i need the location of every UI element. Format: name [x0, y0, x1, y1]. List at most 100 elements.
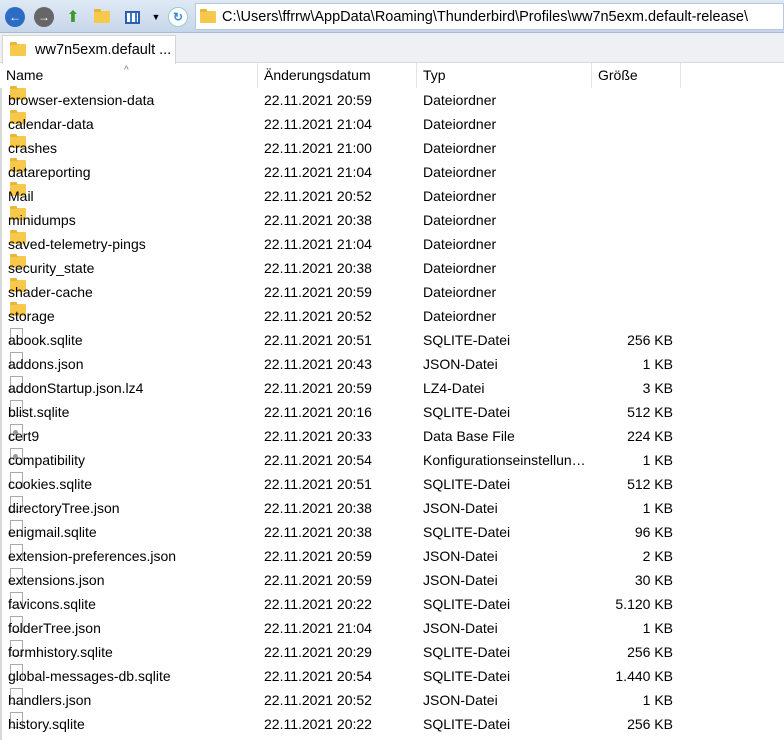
- column-name-label: Name: [6, 67, 44, 83]
- file-row[interactable]: minidumps 22.11.2021 20:38 Dateiordner: [0, 206, 784, 232]
- file-date: 22.11.2021 20:22: [264, 716, 372, 732]
- file-row[interactable]: storage 22.11.2021 20:52 Dateiordner: [0, 302, 784, 328]
- column-date[interactable]: Änderungsdatum: [258, 63, 417, 88]
- file-name-text: extension-preferences.json: [8, 548, 177, 564]
- file-name-text: browser-extension-data: [8, 92, 155, 108]
- file-name-text: crashes: [8, 140, 58, 156]
- file-size: 1 KB: [642, 620, 673, 636]
- file-type: JSON-Datei: [423, 620, 498, 636]
- file-size: 1.440 KB: [615, 668, 673, 684]
- file-row[interactable]: crashes 22.11.2021 21:00 Dateiordner: [0, 134, 784, 160]
- file-date: 22.11.2021 21:04: [264, 116, 372, 132]
- file-name-text: handlers.json: [8, 692, 92, 708]
- file-type: JSON-Datei: [423, 572, 498, 588]
- file-row[interactable]: compatibility 22.11.2021 20:54 Konfigurati…: [0, 448, 784, 472]
- file-name-text: security_state: [8, 260, 95, 276]
- file-row[interactable]: shader-cache 22.11.2021 20:59 Dateiordner: [0, 278, 784, 304]
- back-icon[interactable]: ←: [5, 7, 25, 27]
- file-date: 22.11.2021 20:33: [264, 428, 372, 444]
- file-date: 22.11.2021 21:04: [264, 620, 372, 636]
- file-name-text: addonStartup.json.lz4: [8, 380, 144, 396]
- file-row[interactable]: addons.json 22.11.2021 20:43 JSON-Datei 1 K…: [0, 352, 784, 376]
- file-type: Dateiordner: [423, 116, 497, 132]
- address-bar[interactable]: C:\Users\ffrrw\AppData\Roaming\Thunderbi…: [195, 3, 784, 30]
- file-type: Dateiordner: [423, 92, 497, 108]
- refresh-icon[interactable]: ↻: [168, 7, 188, 27]
- dropdown-icon[interactable]: ▼: [146, 7, 166, 27]
- file-date: 22.11.2021 20:29: [264, 644, 372, 660]
- file-date: 22.11.2021 20:59: [264, 572, 372, 588]
- file-name-text: favicons.sqlite: [8, 596, 96, 612]
- new-folder-icon[interactable]: [92, 7, 112, 27]
- file-row[interactable]: cert9 22.11.2021 20:33 Data Base File 224 K…: [0, 424, 784, 448]
- file-date: 22.11.2021 21:04: [264, 236, 372, 252]
- file-row[interactable]: history.sqlite 22.11.2021 20:22 SQLITE-Dat…: [0, 712, 784, 736]
- file-size: 3 KB: [642, 380, 673, 396]
- file-type: SQLITE-Datei: [423, 404, 511, 420]
- column-size[interactable]: Größe: [592, 63, 681, 88]
- file-type: JSON-Datei: [423, 356, 498, 372]
- file-row[interactable]: extensions.json 22.11.2021 20:59 JSON-Date…: [0, 568, 784, 592]
- file-name-text: global-messages-db.sqlite: [8, 668, 171, 684]
- file-name-text: calendar-data: [8, 116, 94, 132]
- file-name-text: datareporting: [8, 164, 91, 180]
- tab-profile-folder[interactable]: ww7n5exm.default ...: [2, 35, 176, 64]
- file-type: LZ4-Datei: [423, 380, 485, 396]
- file-name-text: storage: [8, 308, 55, 324]
- view-icon[interactable]: [122, 7, 142, 27]
- file-row[interactable]: datareporting 22.11.2021 21:04 Dateiordner: [0, 158, 784, 184]
- file-row[interactable]: folderTree.json 22.11.2021 21:04 JSON-Date…: [0, 616, 784, 640]
- file-type: Data Base File: [423, 428, 515, 444]
- file-date: 22.11.2021 20:52: [264, 308, 372, 324]
- file-date: 22.11.2021 20:38: [264, 212, 372, 228]
- file-row[interactable]: enigmail.sqlite 22.11.2021 20:38 SQLITE-Da…: [0, 520, 784, 544]
- file-type: Dateiordner: [423, 140, 497, 156]
- file-row[interactable]: addonStartup.json.lz4 22.11.2021 20:59 LZ4…: [0, 376, 784, 400]
- file-date: 22.11.2021 21:04: [264, 164, 372, 180]
- file-row[interactable]: cookies.sqlite 22.11.2021 20:51 SQLITE-Dat…: [0, 472, 784, 496]
- tab-label: ww7n5exm.default ...: [35, 42, 172, 58]
- file-date: 22.11.2021 21:00: [264, 140, 372, 156]
- file-row[interactable]: abook.sqlite 22.11.2021 20:51 SQLITE-Datei…: [0, 328, 784, 352]
- file-type: JSON-Datei: [423, 500, 498, 516]
- file-row[interactable]: handlers.json 22.11.2021 20:52 JSON-Datei 1…: [0, 688, 784, 712]
- file-name-text: cookies.sqlite: [8, 476, 93, 492]
- file-date: 22.11.2021 20:52: [264, 692, 372, 708]
- file-name-text: directoryTree.json: [8, 500, 120, 516]
- file-size: 512 KB: [627, 476, 673, 492]
- file-date: 22.11.2021 20:22: [264, 596, 372, 612]
- file-row[interactable]: browser-extension-data 22.11.2021 20:59 Da…: [0, 86, 784, 112]
- file-row[interactable]: favicons.sqlite 22.11.2021 20:22 SQLITE-Da…: [0, 592, 784, 616]
- file-type: Dateiordner: [423, 188, 497, 204]
- file-date: 22.11.2021 20:51: [264, 332, 372, 348]
- file-row[interactable]: security_state 22.11.2021 20:38 Dateiordne…: [0, 254, 784, 280]
- file-type: JSON-Datei: [423, 548, 498, 564]
- file-name-text: formhistory.sqlite: [8, 644, 113, 660]
- file-row[interactable]: Mail 22.11.2021 20:52 Dateiordner: [0, 182, 784, 208]
- sort-ascending-icon: ^: [124, 65, 129, 76]
- file-size: 30 KB: [634, 572, 673, 588]
- file-type: Dateiordner: [423, 212, 497, 228]
- file-date: 22.11.2021 20:59: [264, 548, 372, 564]
- up-folder-icon[interactable]: ⬆: [63, 7, 83, 27]
- folder-icon: [10, 42, 26, 56]
- column-type[interactable]: Typ: [417, 63, 592, 88]
- file-type: Dateiordner: [423, 236, 497, 252]
- file-row[interactable]: blist.sqlite 22.11.2021 20:16 SQLITE-Datei…: [0, 400, 784, 424]
- column-name[interactable]: Name ^: [0, 63, 258, 88]
- file-type: Dateiordner: [423, 284, 497, 300]
- file-row[interactable]: directoryTree.json 22.11.2021 20:38 JSON-D…: [0, 496, 784, 520]
- file-date: 22.11.2021 20:38: [264, 260, 372, 276]
- file-row[interactable]: extension-preferences.json 22.11.2021 20:…: [0, 544, 784, 568]
- file-row[interactable]: global-messages-db.sqlite 22.11.2021 20:5…: [0, 664, 784, 688]
- file-size: 256 KB: [627, 716, 673, 732]
- file-row[interactable]: formhistory.sqlite 22.11.2021 20:29 SQLITE…: [0, 640, 784, 664]
- file-name-text: compatibility: [8, 452, 86, 468]
- file-type: Dateiordner: [423, 260, 497, 276]
- forward-icon[interactable]: →: [34, 7, 54, 27]
- file-row[interactable]: saved-telemetry-pings 22.11.2021 21:04 Dat…: [0, 230, 784, 256]
- file-date: 22.11.2021 20:54: [264, 668, 372, 684]
- file-type: SQLITE-Datei: [423, 524, 511, 540]
- file-date: 22.11.2021 20:59: [264, 380, 372, 396]
- file-row[interactable]: calendar-data 22.11.2021 21:04 Dateiordner: [0, 110, 784, 136]
